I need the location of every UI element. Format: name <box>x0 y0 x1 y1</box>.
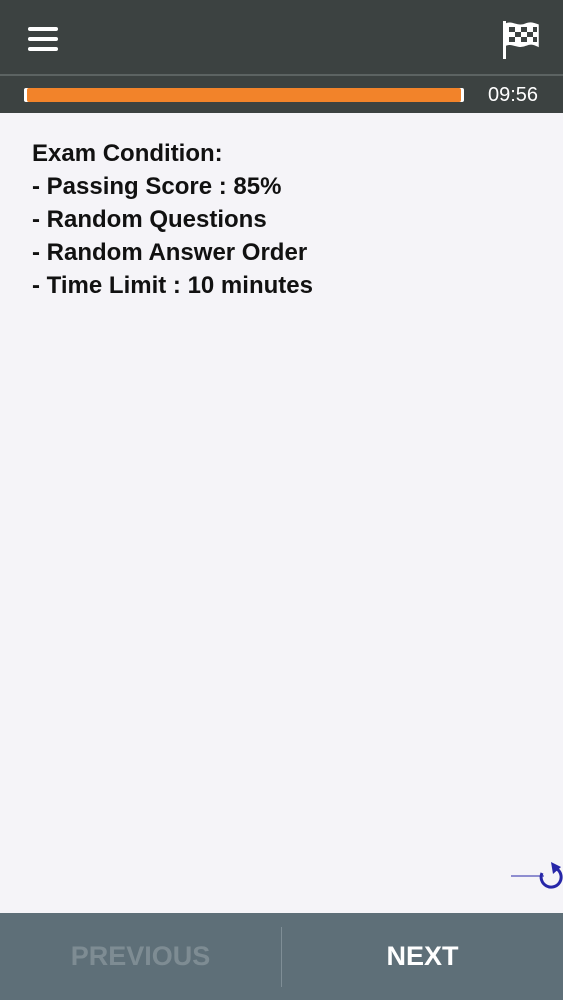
refresh-button[interactable] <box>510 859 563 893</box>
condition-item: - Random Answer Order <box>32 239 308 266</box>
checkered-flag-icon <box>503 21 539 59</box>
bottom-navigation-bar: PREVIOUS NEXT <box>0 913 563 1000</box>
finish-exam-button[interactable] <box>496 16 544 64</box>
refresh-icon <box>511 862 563 889</box>
exam-conditions: Exam Condition: - Passing Score : 85% - … <box>32 137 313 302</box>
time-progress-fill <box>27 88 461 102</box>
exam-content: Exam Condition: - Passing Score : 85% - … <box>0 113 563 913</box>
timer-strip: 09:56 <box>0 76 563 113</box>
condition-item: - Passing Score : 85% <box>32 173 282 200</box>
conditions-title: Exam Condition: <box>32 140 223 167</box>
menu-button[interactable] <box>24 24 62 54</box>
previous-button[interactable]: PREVIOUS <box>0 913 281 1000</box>
app-bar <box>0 0 563 76</box>
next-button[interactable]: NEXT <box>282 913 563 1000</box>
condition-item: - Random Questions <box>32 206 267 233</box>
time-remaining: 09:56 <box>487 84 539 106</box>
time-progress-bar <box>24 88 464 102</box>
hamburger-menu-icon <box>28 27 58 51</box>
condition-item: - Time Limit : 10 minutes <box>32 272 313 299</box>
